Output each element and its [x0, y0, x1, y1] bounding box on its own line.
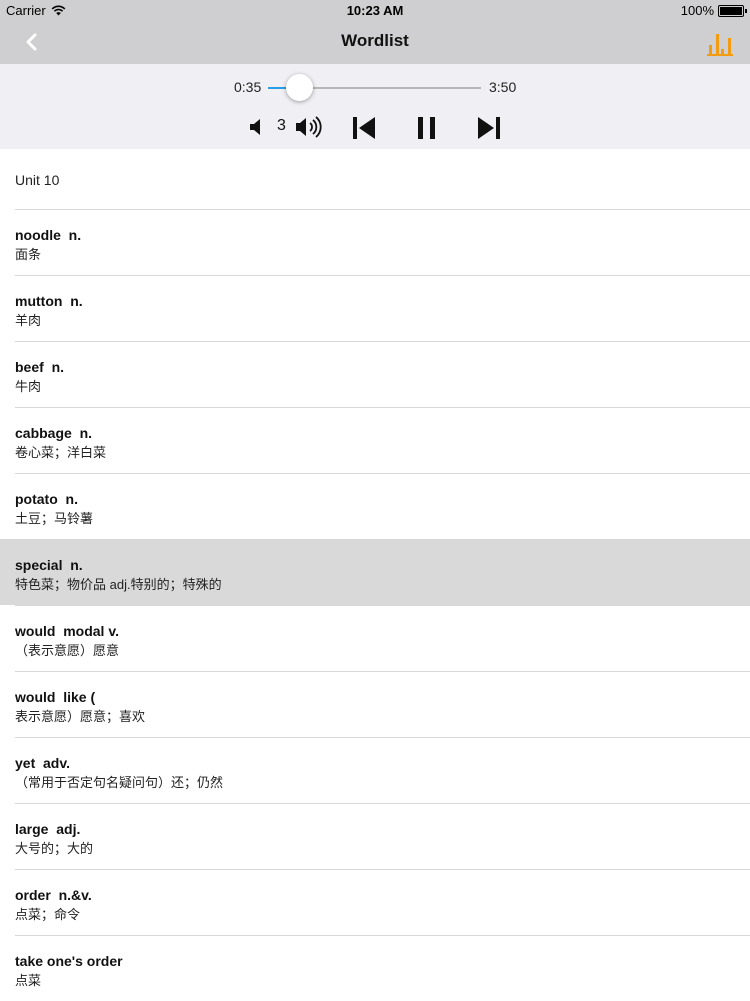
list-item[interactable]: yet adv. （常用于否定句名疑问句）还；仍然 [0, 737, 750, 803]
total-time: 3:50 [489, 79, 517, 95]
word-term: potato n. [15, 491, 78, 507]
word-term: yet adv. [15, 755, 70, 771]
word-term: special n. [15, 557, 83, 573]
word-meaning: 大号的；大的 [15, 841, 94, 856]
word-term: noodle n. [15, 227, 82, 243]
word-meaning: 羊肉 [15, 313, 42, 328]
list-item[interactable]: noodle n. 面条 [0, 209, 750, 275]
word-term: mutton n. [15, 293, 83, 309]
pause-button[interactable] [412, 113, 442, 143]
progress-thumb[interactable] [286, 74, 314, 101]
statistics-button[interactable] [706, 28, 736, 56]
word-meaning: 点菜 [15, 973, 42, 988]
list-item[interactable]: take one's order 点菜 [0, 935, 750, 1001]
list-item[interactable]: large adj. 大号的；大的 [0, 803, 750, 869]
word-term: cabbage n. [15, 425, 93, 441]
status-time: 10:23 AM [346, 3, 404, 18]
progress-slider[interactable] [268, 74, 481, 101]
next-button[interactable] [474, 113, 504, 143]
previous-button[interactable] [349, 113, 379, 143]
list-item[interactable]: mutton n. 羊肉 [0, 275, 750, 341]
pause-icon [412, 113, 442, 143]
word-term: would modal v. [15, 623, 119, 639]
volume-up-button[interactable] [294, 114, 326, 140]
skip-next-icon [474, 113, 504, 143]
word-meaning: （表示意愿）愿意 [15, 643, 120, 658]
page-title: Wordlist [341, 31, 409, 50]
battery-fill [720, 6, 742, 15]
bar-chart-icon [706, 28, 736, 56]
list-item[interactable]: beef n. 牛肉 [0, 341, 750, 407]
speaker-high-icon [294, 114, 326, 140]
skip-previous-icon [349, 113, 379, 143]
list-item[interactable]: would modal v. （表示意愿）愿意 [0, 605, 750, 671]
word-term: large adj. [15, 821, 81, 837]
current-time: 0:35 [234, 79, 262, 95]
navigation-bar: Wordlist [0, 20, 750, 64]
volume-level: 3 [277, 117, 286, 134]
word-meaning: 点菜；命令 [15, 907, 81, 922]
audio-player: 0:35 3:50 3 [0, 64, 750, 149]
battery-icon [718, 4, 747, 17]
list-item[interactable]: potato n. 土豆；马铃薯 [0, 473, 750, 539]
word-meaning: 特色菜；物价品 adj.特别的；特殊的 [15, 577, 222, 592]
list-item[interactable]: would like ( 表示意愿）愿意；喜欢 [0, 671, 750, 737]
battery-label: 100% [680, 3, 714, 18]
word-meaning: 面条 [15, 247, 42, 262]
word-meaning: 土豆；马铃薯 [15, 511, 94, 526]
word-meaning: （常用于否定句名疑问句）还；仍然 [15, 775, 224, 790]
volume-down-button[interactable] [246, 116, 268, 138]
list-item[interactable]: order n.&v. 点菜；命令 [0, 869, 750, 935]
section-header: Unit 10 [0, 149, 750, 209]
list-item[interactable]: special n. 特色菜；物价品 adj.特别的；特殊的 [0, 539, 750, 605]
word-meaning: 卷心菜；洋白菜 [15, 445, 107, 460]
status-right: 100% [680, 3, 747, 18]
word-term: beef n. [15, 359, 65, 375]
word-meaning: 牛肉 [15, 379, 42, 394]
list-item[interactable]: cabbage n. 卷心菜；洋白菜 [0, 407, 750, 473]
word-list: Unit 10 noodle n. 面条 mutton n. 羊肉 beef n… [0, 149, 750, 1001]
word-term: would like ( [15, 689, 96, 705]
status-bar: Carrier 10:23 AM 100% [0, 0, 750, 20]
word-term: take one's order [15, 953, 123, 969]
speaker-low-icon [246, 116, 268, 138]
word-term: order n.&v. [15, 887, 92, 903]
word-meaning: 表示意愿）愿意；喜欢 [15, 709, 146, 724]
section-title: Unit 10 [15, 172, 60, 188]
